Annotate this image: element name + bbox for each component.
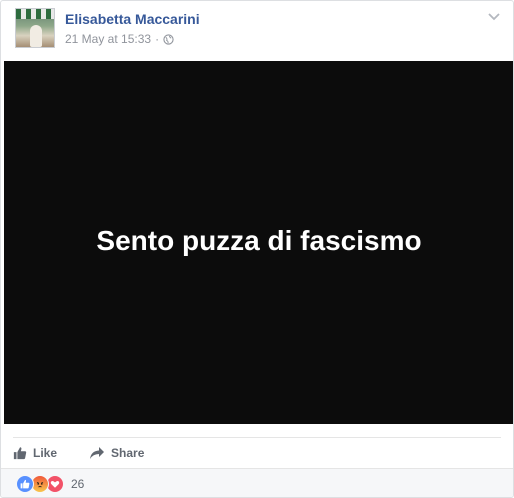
post-meta: 21 May at 15:33 · bbox=[65, 32, 174, 46]
action-bar: Like Share bbox=[13, 437, 501, 468]
avatar-awning bbox=[16, 9, 54, 19]
post-media[interactable]: Sento puzza di fascismo bbox=[4, 61, 513, 424]
author-avatar[interactable] bbox=[15, 8, 55, 48]
share-arrow-icon bbox=[90, 447, 105, 459]
post-card: Elisabetta Maccarini 21 May at 15:33 · S… bbox=[0, 0, 514, 498]
author-name-link[interactable]: Elisabetta Maccarini bbox=[65, 11, 200, 27]
share-label: Share bbox=[111, 446, 145, 460]
like-button[interactable]: Like bbox=[13, 446, 57, 460]
thumbs-up-icon bbox=[13, 447, 27, 460]
chevron-down-icon[interactable] bbox=[487, 9, 501, 23]
meta-separator: · bbox=[155, 32, 160, 46]
post-timestamp[interactable]: 21 May at 15:33 bbox=[65, 32, 151, 46]
reactions-summary[interactable]: 26 bbox=[1, 468, 513, 497]
reaction-count[interactable]: 26 bbox=[71, 477, 84, 491]
like-reaction-icon bbox=[16, 475, 34, 493]
globe-icon[interactable] bbox=[163, 33, 174, 45]
share-button[interactable]: Share bbox=[89, 446, 144, 460]
like-label: Like bbox=[33, 446, 58, 460]
media-text: Sento puzza di fascismo bbox=[96, 224, 422, 256]
avatar-figure bbox=[30, 25, 42, 47]
